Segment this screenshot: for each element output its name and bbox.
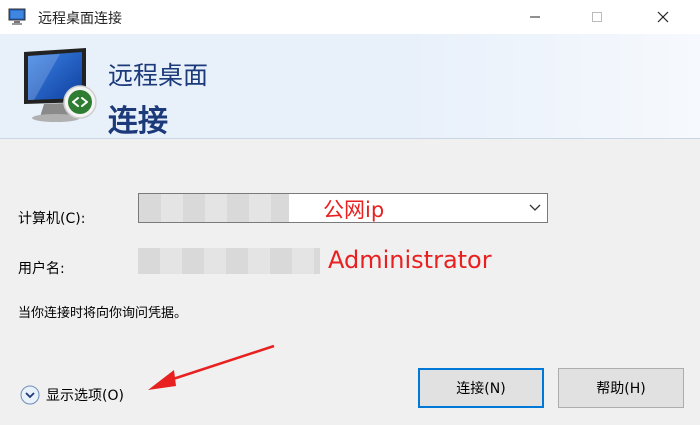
red-annotation-arrow xyxy=(148,344,275,390)
connect-button[interactable]: 连接(N) xyxy=(418,368,544,408)
minimize-icon xyxy=(530,16,540,18)
computer-label: 计算机(C): xyxy=(18,211,86,227)
minimize-button[interactable] xyxy=(512,0,558,34)
computer-annotation: 公网ip xyxy=(323,198,385,222)
banner-title-line2: 连接 xyxy=(108,104,168,139)
banner-gradient xyxy=(400,34,700,138)
username-annotation: Administrator xyxy=(328,246,492,274)
close-icon xyxy=(657,11,669,23)
title-bar: 远程桌面连接 xyxy=(0,0,700,34)
maximize-button[interactable] xyxy=(574,0,620,34)
window-title: 远程桌面连接 xyxy=(38,11,122,27)
close-button[interactable] xyxy=(640,0,686,34)
username-label: 用户名: xyxy=(18,261,65,277)
computer-dropdown[interactable]: 公网ip xyxy=(138,193,548,223)
remote-desktop-app-icon xyxy=(8,8,26,25)
show-options-toggle[interactable]: 显示选项(O) xyxy=(20,382,124,408)
redacted-username-value xyxy=(138,248,320,274)
show-options-label: 显示选项(O) xyxy=(46,388,124,404)
remote-desktop-monitor-icon xyxy=(24,48,97,122)
redacted-computer-value xyxy=(139,194,289,222)
header-banner: 远程桌面 连接 xyxy=(0,34,700,139)
banner-title-line1: 远程桌面 xyxy=(108,61,209,90)
expand-chevron-circle-icon xyxy=(20,385,40,405)
credentials-info-text: 当你连接时将向你询问凭据。 xyxy=(18,306,188,321)
help-button[interactable]: 帮助(H) xyxy=(558,368,684,408)
maximize-icon xyxy=(592,12,602,22)
chevron-down-icon xyxy=(529,204,541,211)
